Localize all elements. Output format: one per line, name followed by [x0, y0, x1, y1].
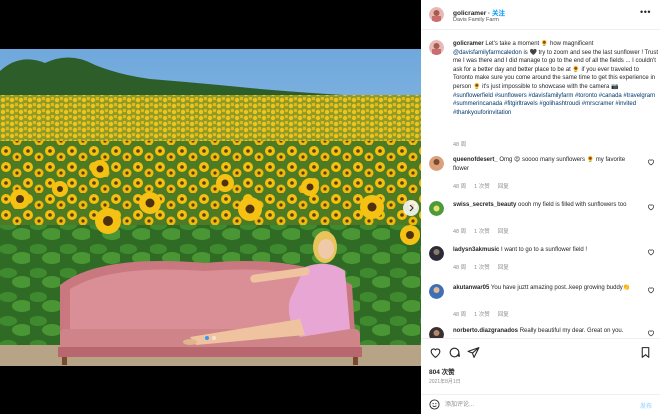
comment-item: akutanwar05 You have juztt amazing post.… [429, 284, 657, 324]
comment-text: swiss_secrets_beauty oooh my field is fi… [453, 201, 639, 210]
comment-body: Really beautiful my dear. Great on you. [519, 328, 624, 334]
heart-icon[interactable] [647, 158, 655, 166]
heart-icon[interactable] [647, 203, 655, 211]
comment-meta: 48 周 1 次赞 回复 [453, 310, 509, 318]
bookmark-icon[interactable] [639, 346, 652, 359]
comment-meta: 48 周 1 次赞 回复 [453, 182, 509, 190]
avatar[interactable] [429, 246, 444, 261]
avatar[interactable] [429, 327, 444, 338]
comments-list[interactable]: golicramer Let's take a moment 🌻 how mag… [421, 36, 660, 338]
heart-icon[interactable] [647, 286, 655, 294]
comment-username[interactable]: queenofdesert_ [453, 157, 498, 163]
comment-body: oooh my field is filled with sunflowers … [518, 202, 627, 208]
sunflower-field-photo [0, 49, 421, 366]
comment-username[interactable]: akutanwar05 [453, 285, 489, 291]
comment-likes[interactable]: 1 次赞 [474, 310, 490, 318]
heart-icon[interactable] [429, 346, 442, 359]
comment-age: 48 周 [453, 229, 467, 235]
comment-item: norberto.diazgranados Really beautiful m… [429, 327, 657, 338]
reply-button[interactable]: 回复 [498, 182, 509, 190]
comment-text: queenofdesert_ Omg 😍 soooo many sunflowe… [453, 156, 639, 173]
comment-input[interactable] [445, 398, 625, 411]
post-date: 2021年8月1日 [429, 379, 461, 385]
comment-item: swiss_secrets_beauty oooh my field is fi… [429, 201, 657, 241]
comment-item: queenofdesert_ Omg 😍 soooo many sunflowe… [429, 156, 657, 196]
caption-username[interactable]: golicramer [453, 41, 484, 47]
heart-icon[interactable] [647, 329, 655, 337]
comment-meta: 48 周 1 次赞 回复 [453, 227, 509, 235]
carousel-dot [212, 336, 216, 340]
avatar[interactable] [429, 201, 444, 216]
reply-button[interactable]: 回复 [498, 310, 509, 318]
heart-icon[interactable] [647, 248, 655, 256]
caption-mention[interactable]: @davisfamilyfarmcaledon [453, 50, 522, 56]
comment-text: akutanwar05 You have juztt amazing post.… [453, 284, 639, 293]
comment-age: 48 周 [453, 184, 467, 190]
comment-item: ladysn3akmusic I want to go to a sunflow… [429, 246, 657, 286]
post-author: golicramer · 关注 [453, 10, 506, 17]
post-header: golicramer · 关注 Davis Family Farm ••• [421, 0, 660, 30]
carousel-dots [0, 336, 421, 340]
emoji-icon[interactable] [429, 399, 440, 410]
avatar[interactable] [429, 156, 444, 171]
post-side-panel: golicramer · 关注 Davis Family Farm ••• go… [421, 0, 660, 414]
avatar[interactable] [429, 7, 444, 22]
comment-icon[interactable] [448, 346, 461, 359]
comment-meta: 48 周 1 次赞 回复 [453, 263, 509, 271]
location-link[interactable]: Davis Family Farm [453, 17, 499, 23]
comment-text: ladysn3akmusic I want to go to a sunflow… [453, 246, 639, 255]
comment-likes[interactable]: 1 次赞 [474, 263, 490, 271]
author-username[interactable]: golicramer [453, 10, 486, 17]
more-horizontal-icon[interactable]: ••• [640, 7, 651, 17]
carousel-dot [205, 336, 209, 340]
comment-age: 48 周 [453, 312, 467, 318]
comment-likes[interactable]: 1 次赞 [474, 227, 490, 235]
reply-button[interactable]: 回复 [498, 227, 509, 235]
post-media[interactable] [0, 0, 421, 414]
caption-text: golicramer Let's take a moment 🌻 how mag… [453, 40, 659, 117]
caption-text-part: Let's take a moment 🌻 how magnificent [485, 41, 594, 47]
next-image-button[interactable] [403, 200, 419, 216]
likes-count[interactable]: 804 次赞 [429, 366, 455, 376]
comment-age: 48 周 [453, 265, 467, 271]
chevron-right-icon [409, 204, 414, 212]
add-comment-bar: 发布 [421, 394, 660, 414]
caption-age: 48 周 [453, 142, 467, 148]
caption-hashtags[interactable]: #sunflowerfield #sunflowers #davisfamily… [453, 93, 655, 116]
reply-button[interactable]: 回复 [498, 263, 509, 271]
avatar[interactable] [429, 284, 444, 299]
comment-username[interactable]: ladysn3akmusic [453, 247, 499, 253]
comment-username[interactable]: norberto.diazgranados [453, 328, 518, 334]
send-icon[interactable] [467, 346, 480, 359]
avatar[interactable] [429, 40, 444, 55]
post-actions-bar [421, 338, 660, 368]
comment-body: I want to go to a sunflower field ! [501, 247, 588, 253]
post-comment-button[interactable]: 发布 [640, 401, 652, 410]
comment-body: You have juztt amazing post..keep growin… [490, 285, 631, 291]
follow-button[interactable]: 关注 [492, 10, 505, 17]
comment-username[interactable]: swiss_secrets_beauty [453, 202, 516, 208]
comment-likes[interactable]: 1 次赞 [474, 182, 490, 190]
comment-text: norberto.diazgranados Really beautiful m… [453, 327, 639, 336]
